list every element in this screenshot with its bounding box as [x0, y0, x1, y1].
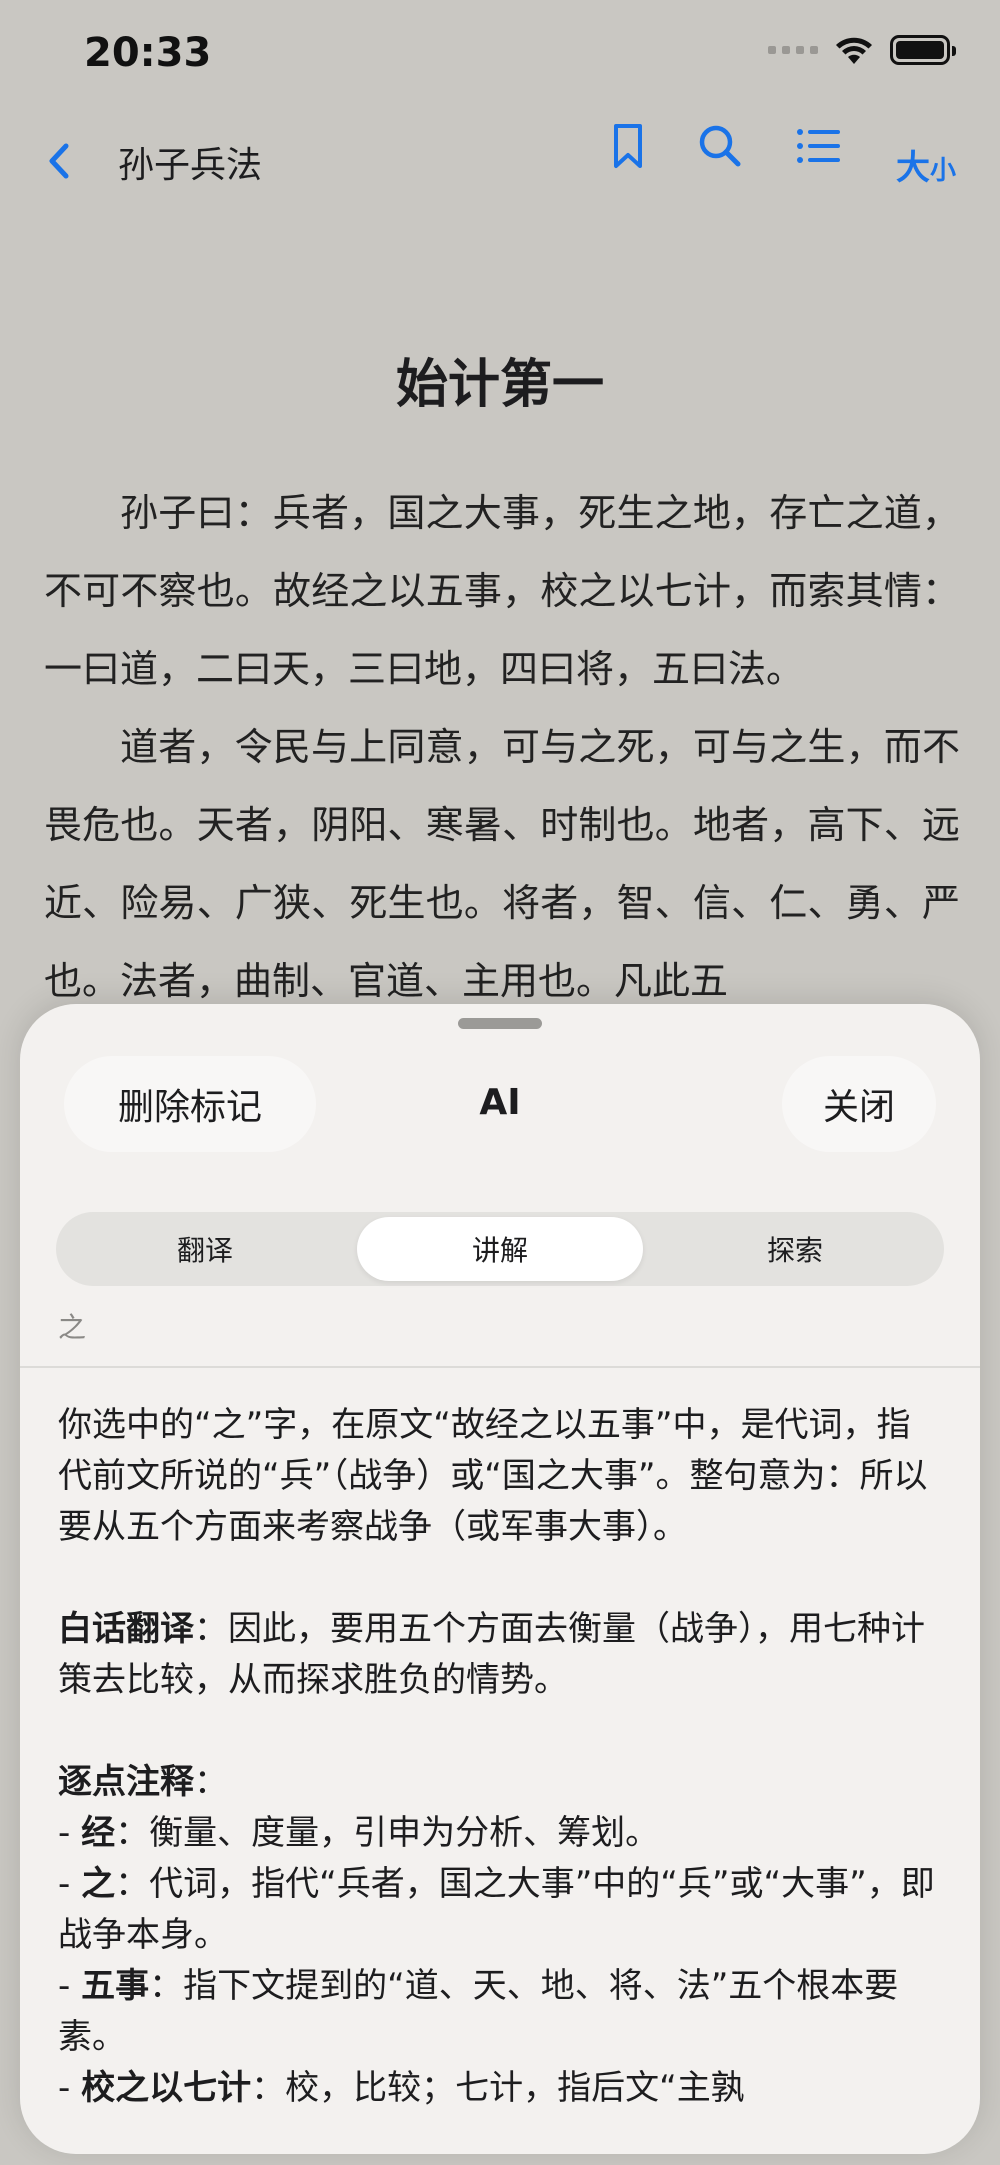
nav-bar: 孙子兵法 大小	[0, 118, 1000, 208]
note-item: - 五事：指下文提到的“道、天、地、将、法”五个根本要素。	[58, 1966, 899, 2057]
wifi-icon	[836, 37, 872, 64]
note-text: ：代词，指代“兵者，国之大事”中的“兵”或“大事”，即战争本身。	[58, 1864, 935, 1955]
reading-paragraph: 道者，令民与上同意，可与之死，可与之生，而不畏危也。天者，阴阳、寒暑、时制也。地…	[44, 725, 960, 1003]
notes-section: 逐点注释： - 经：衡量、度量，引申为分析、筹划。 - 之：代词，指代“兵者，国…	[58, 1757, 938, 2114]
ai-bottom-sheet: 删除标记 AI 关闭 翻译 讲解 探索 之 你选中的“之”字，在原文“故经之以五…	[20, 1004, 980, 2154]
chevron-left-icon[interactable]	[36, 136, 86, 186]
mode-segmented-control: 翻译 讲解 探索	[56, 1212, 944, 1286]
search-icon[interactable]	[692, 118, 748, 174]
note-term: 经	[81, 1813, 116, 1853]
reading-paragraph: 孙子曰：兵者，国之大事，死生之地，存亡之道，不可不察也。故经之以五事，校之以七计…	[44, 491, 960, 691]
bookmark-icon[interactable]	[600, 118, 656, 174]
selected-text: 之	[58, 1311, 87, 1344]
font-size-button[interactable]: 大小	[896, 140, 956, 189]
tab-explain[interactable]: 讲解	[357, 1217, 643, 1281]
font-size-big-label: 大	[896, 148, 930, 188]
tab-translate[interactable]: 翻译	[62, 1217, 348, 1281]
notes-colon: ：	[194, 1762, 228, 1802]
translation-heading: 白话翻译	[58, 1609, 194, 1649]
note-text: ：指下文提到的“道、天、地、将、法”五个根本要素。	[58, 1966, 899, 2057]
translation-section: 白话翻译：因此，要用五个方面去衡量（战争），用七种计策去比较，从而探求胜负的情势…	[58, 1604, 938, 1706]
reading-body: 孙子曰：兵者，国之大事，死生之地，存亡之道，不可不察也。故经之以五事，校之以七计…	[44, 474, 960, 1020]
explanation-intro: 你选中的“之”字，在原文“故经之以五事”中，是代词，指代前文所说的“兵”（战争）…	[58, 1405, 928, 1547]
list-icon[interactable]	[790, 118, 846, 174]
book-title: 孙子兵法	[118, 145, 263, 186]
note-term: 之	[81, 1864, 116, 1904]
font-size-small-label: 小	[930, 156, 957, 186]
note-text: ：衡量、度量，引申为分析、筹划。	[115, 1813, 660, 1853]
sheet-grabber[interactable]	[458, 1018, 542, 1029]
explanation-content: 你选中的“之”字，在原文“故经之以五事”中，是代词，指代前文所说的“兵”（战争）…	[58, 1400, 938, 2114]
notes-heading-line: 逐点注释：	[58, 1757, 938, 1808]
status-bar: 20:33	[0, 0, 1000, 110]
note-item: - 经：衡量、度量，引申为分析、筹划。	[58, 1813, 660, 1853]
note-text: ：校，比较；七计，指后文“主孰	[251, 2068, 745, 2108]
tab-explore[interactable]: 探索	[652, 1217, 938, 1281]
chapter-title: 始计第一	[395, 355, 604, 415]
note-item: - 校之以七计：校，比较；七计，指后文“主孰	[58, 2068, 745, 2108]
status-time: 20:33	[84, 30, 212, 76]
note-term: 校之以七计	[81, 2068, 252, 2108]
status-indicators	[768, 34, 956, 66]
note-item: - 之：代词，指代“兵者，国之大事”中的“兵”或“大事”，即战争本身。	[58, 1864, 935, 1955]
divider	[20, 1366, 980, 1368]
close-button[interactable]: 关闭	[782, 1056, 936, 1152]
battery-icon	[890, 35, 956, 65]
signal-icon	[768, 46, 818, 54]
note-term: 五事	[81, 1966, 150, 2006]
notes-heading: 逐点注释	[58, 1762, 194, 1802]
